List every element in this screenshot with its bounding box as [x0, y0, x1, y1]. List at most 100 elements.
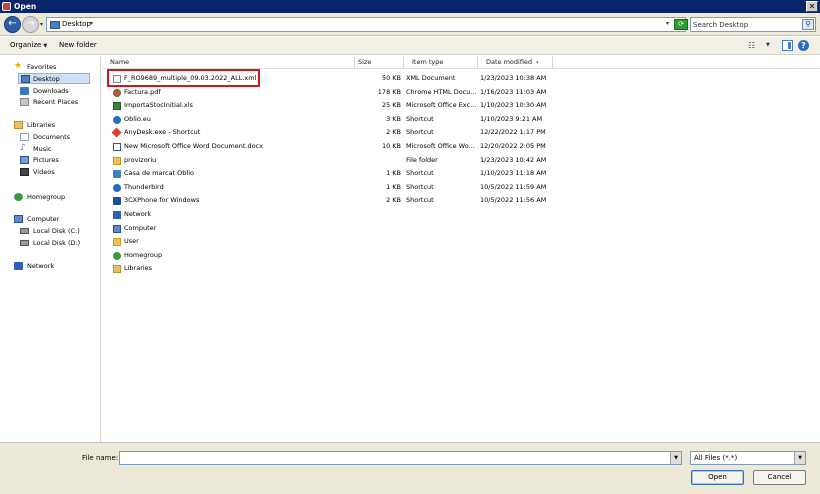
nav-pictures-label: Pictures: [33, 156, 59, 164]
nav-local-disk-d-label: Local Disk (D:): [33, 239, 81, 247]
computer-icon: [14, 215, 23, 223]
view-dropdown-icon[interactable]: ▼: [766, 42, 770, 48]
breadcrumb-desktop[interactable]: Desktop: [62, 20, 91, 28]
navigation-pane: ★ Favorites Desktop Downloads Recent Pla…: [0, 56, 101, 442]
file-type-select[interactable]: All Files (*.*) ▼: [690, 451, 806, 465]
cancel-button[interactable]: Cancel: [753, 470, 806, 485]
file-row[interactable]: Computer: [102, 222, 820, 236]
file-name: User: [124, 237, 139, 246]
homegroup-icon: [113, 251, 121, 260]
search-icon[interactable]: ⚲: [802, 19, 814, 30]
libraries-icon: [14, 121, 23, 129]
file-type: Chrome HTML Docu...: [406, 87, 476, 96]
nav-libraries-label: Libraries: [27, 121, 56, 129]
column-header-name[interactable]: Name: [102, 56, 355, 69]
column-header-type[interactable]: Item type: [404, 56, 478, 69]
command-bar: Organize ▼ New folder ☷ ▼ ?: [0, 37, 820, 55]
chevron-down-icon: ▼: [43, 43, 48, 49]
file-name-dropdown-icon[interactable]: ▼: [670, 452, 681, 464]
file-size: 3 KB: [386, 114, 401, 123]
file-type: Microsoft Office Wo...: [406, 142, 475, 150]
file-name: AnyDesk.exe - Shortcut: [124, 128, 201, 137]
file-size: 25 KB: [381, 101, 401, 110]
search-input[interactable]: [693, 19, 799, 30]
file-type: Shortcut: [406, 114, 434, 123]
file-row[interactable]: Libraries: [102, 262, 820, 276]
file-name: Casa de marcat Oblio: [124, 169, 194, 178]
file-row[interactable]: Thunderbird 1 KB Shortcut 10/5/2022 11:5…: [102, 181, 820, 195]
file-name-label: File name:: [82, 454, 119, 462]
file-row[interactable]: Factura.pdf 178 KB Chrome HTML Docu... 1…: [102, 86, 820, 100]
column-header-size[interactable]: Size: [355, 56, 404, 69]
file-name: Homegroup: [124, 250, 163, 259]
file-size: 50 KB: [381, 74, 401, 82]
network-icon: [113, 211, 121, 219]
file-type-value: All Files (*.*): [694, 454, 738, 462]
web-shortcut-icon: [113, 115, 121, 124]
dialog-footer: File name: ▼ All Files (*.*) ▼ Open Canc…: [0, 442, 820, 494]
computer-icon: [113, 224, 121, 233]
refresh-button[interactable]: ⟳: [674, 19, 688, 30]
file-type-dropdown-icon[interactable]: ▼: [794, 452, 805, 464]
sort-indicator-icon: ▾: [536, 60, 539, 66]
nav-documents-label: Documents: [33, 133, 71, 141]
computer-location-icon: [50, 21, 60, 29]
downloads-icon: [20, 87, 29, 95]
file-name: Libraries: [124, 264, 153, 273]
file-type: Shortcut: [406, 196, 434, 205]
column-header-date[interactable]: Date modified ▾: [478, 56, 553, 69]
change-view-icon[interactable]: ☷: [748, 41, 760, 51]
file-name-input[interactable]: [120, 452, 665, 464]
open-button[interactable]: Open: [691, 470, 744, 485]
nav-computer-label: Computer: [27, 215, 60, 223]
nav-videos-label: Videos: [33, 168, 55, 176]
file-date: 1/23/2023 10:42 AM: [480, 155, 547, 164]
file-size: 1 KB: [386, 182, 401, 191]
network-icon: [14, 262, 23, 270]
file-type: Microsoft Office Exc...: [406, 101, 476, 110]
file-row[interactable]: Homegroup: [102, 249, 820, 263]
help-icon[interactable]: ?: [798, 40, 809, 51]
nav-desktop[interactable]: Desktop: [18, 73, 90, 84]
user-folder-icon: [113, 238, 121, 247]
selection-highlight: [107, 69, 260, 87]
file-date: 12/20/2022 2:05 PM: [480, 142, 546, 150]
file-row[interactable]: ImportaStocInitial.xls 25 KB Microsoft O…: [102, 99, 820, 113]
file-row[interactable]: Casa de marcat Oblio 1 KB Shortcut 1/10/…: [102, 167, 820, 181]
file-row[interactable]: 3CXPhone for Windows 2 KB Shortcut 10/5/…: [102, 194, 820, 208]
file-row[interactable]: Oblio.eu 3 KB Shortcut 1/10/2023 9:21 AM: [102, 113, 820, 127]
breadcrumb-chevron-icon[interactable]: ▾: [90, 20, 93, 27]
phone-app-icon: [113, 197, 121, 206]
file-row[interactable]: provizoriu File folder 1/23/2023 10:42 A…: [102, 154, 820, 168]
history-dropdown-icon[interactable]: ▾: [40, 21, 43, 28]
close-button[interactable]: ✕: [806, 1, 818, 12]
column-header-date-label: Date modified: [486, 58, 533, 66]
search-field[interactable]: ⚲: [690, 17, 816, 32]
recent-places-icon: [20, 98, 29, 106]
address-field[interactable]: Desktop ▾ ▾: [46, 17, 686, 32]
file-row[interactable]: New Microsoft Office Word Document.docx …: [102, 140, 820, 154]
desktop-icon: [21, 75, 30, 83]
file-name-combobox[interactable]: ▼: [119, 451, 682, 465]
new-folder-button[interactable]: New folder: [56, 40, 100, 51]
file-row[interactable]: User: [102, 235, 820, 249]
file-size: 178 KB: [377, 87, 401, 96]
file-name: ImportaStocInitial.xls: [124, 101, 193, 110]
file-name: provizoriu: [124, 155, 157, 164]
app-shortcut-icon: [113, 170, 121, 179]
file-date: 10/5/2022 11:59 AM: [480, 182, 547, 191]
nav-downloads-label: Downloads: [33, 87, 69, 95]
preview-pane-icon[interactable]: [782, 40, 793, 51]
file-row[interactable]: Network: [102, 208, 820, 222]
file-name: Network: [124, 210, 152, 218]
address-dropdown-icon[interactable]: ▾: [666, 20, 669, 27]
file-size: 2 KB: [386, 196, 401, 205]
file-row[interactable]: AnyDesk.exe - Shortcut 2 KB Shortcut 12/…: [102, 126, 820, 140]
forward-button[interactable]: →: [22, 16, 39, 33]
file-type: Shortcut: [406, 182, 434, 191]
homegroup-icon: [14, 193, 23, 201]
organize-button[interactable]: Organize ▼: [7, 40, 50, 52]
file-size: 1 KB: [386, 169, 401, 178]
nav-desktop-label: Desktop: [33, 75, 60, 83]
back-button[interactable]: ←: [4, 16, 21, 33]
